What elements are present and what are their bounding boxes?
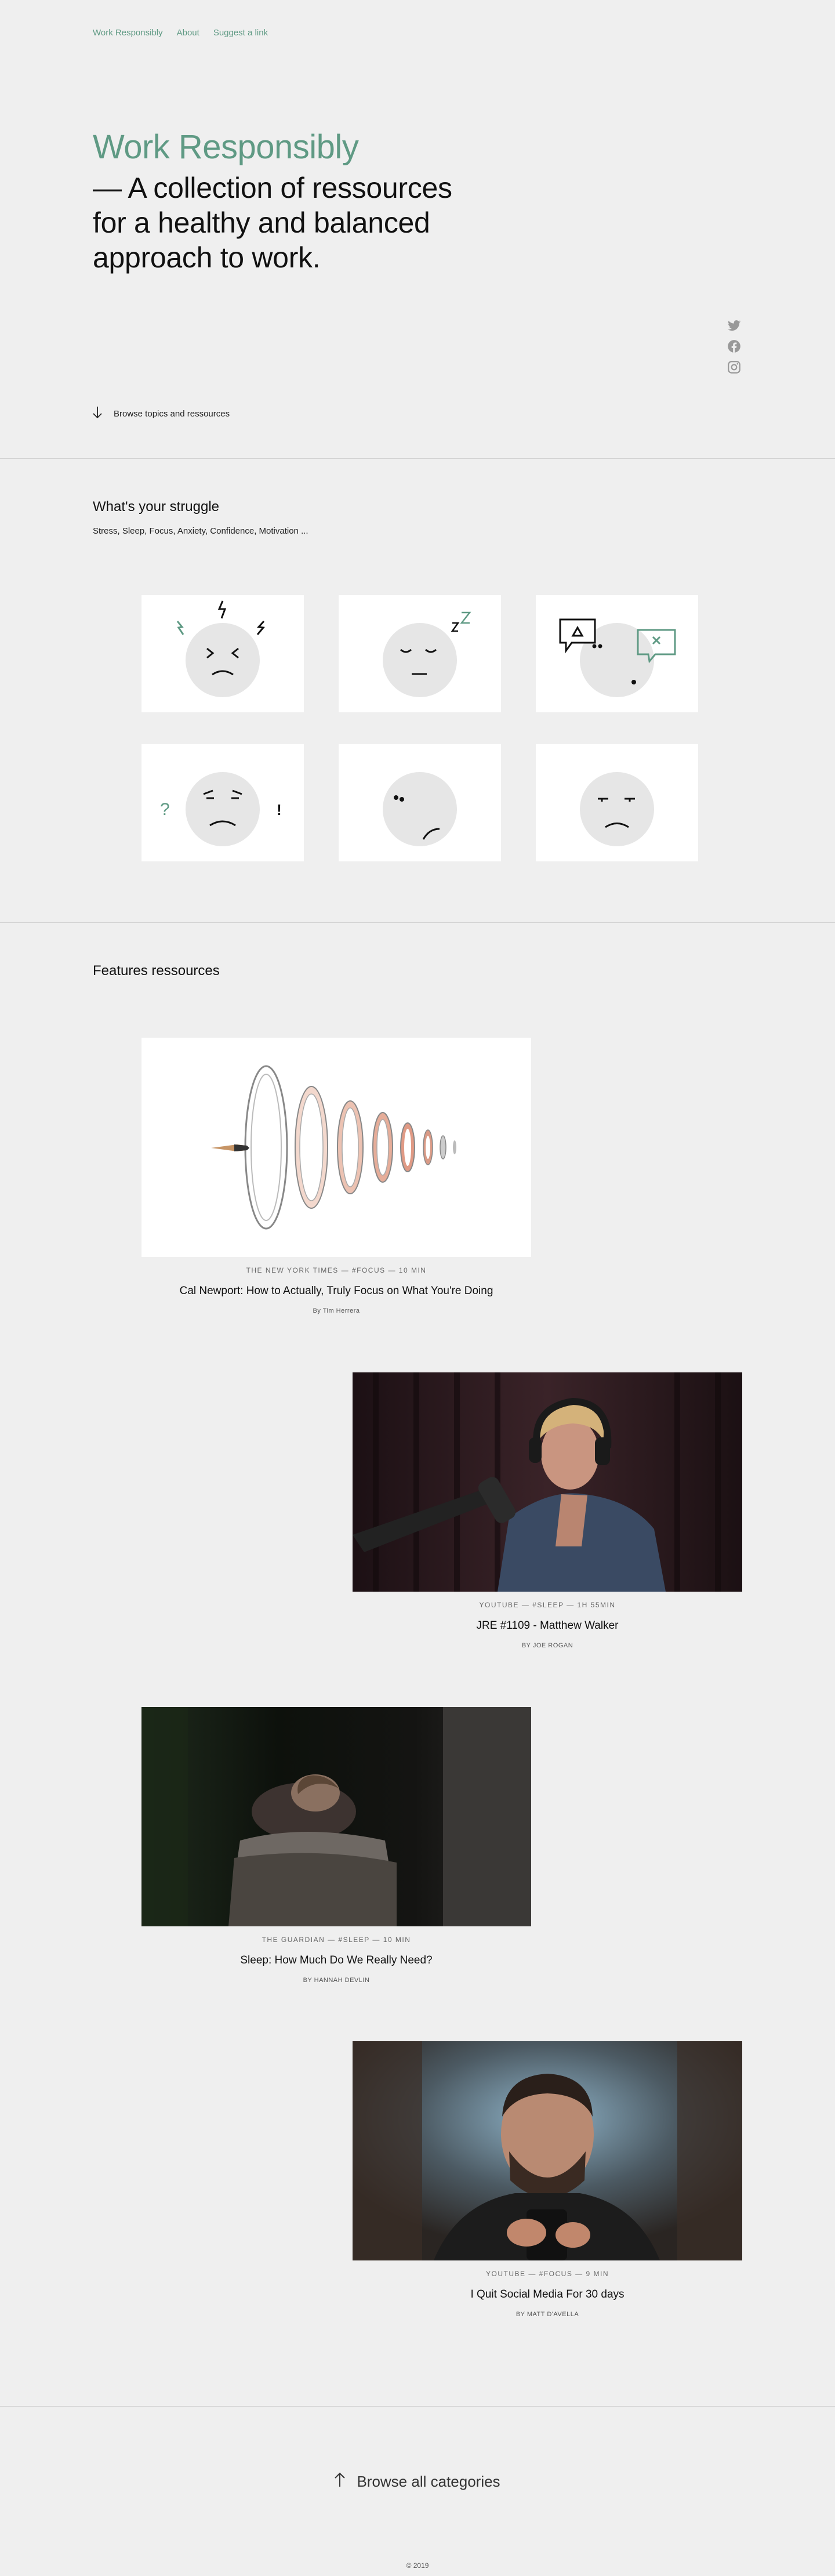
resource-meta: THE NEW YORK TIMES — #FOCUS — 10 MIN: [246, 1266, 427, 1274]
resource-author: BY HANNAH DEVLIN: [303, 1977, 370, 1984]
facebook-icon[interactable]: [726, 339, 742, 354]
struggle-card-anxiety[interactable]: ? !: [141, 744, 304, 861]
resource-author: By Tim Herrera: [313, 1307, 360, 1314]
social-links: [726, 318, 742, 375]
instagram-icon[interactable]: [726, 360, 742, 375]
footer-copyright: © 2019: [406, 2561, 429, 2570]
hero-title: Work Responsibly: [93, 128, 359, 166]
resource-image-focus[interactable]: [141, 1038, 531, 1257]
divider: [0, 2406, 835, 2407]
resource-author: BY JOE ROGAN: [521, 1642, 573, 1649]
twitter-icon[interactable]: [726, 318, 742, 333]
hero-subtitle: — A collection of ressources for a healt…: [93, 172, 452, 274]
top-nav: Work Responsibly About Suggest a link: [93, 28, 268, 38]
struggle-description: Stress, Sleep, Focus, Anxiety, Confidenc…: [93, 526, 308, 536]
resource-image-podcast[interactable]: [353, 1372, 742, 1592]
struggle-card-confidence[interactable]: [339, 744, 501, 861]
browse-topics-label: Browse topics and ressources: [114, 408, 230, 419]
nav-link-about[interactable]: About: [177, 28, 199, 38]
features-title: Features ressources: [93, 963, 220, 979]
struggle-card-motivation[interactable]: [536, 744, 698, 861]
arrow-down-icon: [93, 406, 102, 421]
resource-image-social-media[interactable]: [353, 2041, 742, 2260]
resource-meta: YOUTUBE — #FOCUS — 9 MIN: [485, 2270, 609, 2278]
resource-title[interactable]: Cal Newport: How to Actually, Truly Focu…: [141, 1285, 531, 1298]
svg-text:!: !: [277, 801, 282, 818]
resource-meta: YOUTUBE — #SLEEP — 1H 55MIN: [479, 1601, 616, 1609]
struggle-card-stress[interactable]: [141, 595, 304, 712]
struggle-card-focus[interactable]: [536, 595, 698, 712]
divider: [0, 922, 835, 923]
resource-image-sleep[interactable]: [141, 1707, 531, 1926]
resource-title[interactable]: Sleep: How Much Do We Really Need?: [141, 1954, 531, 1967]
nav-link-suggest[interactable]: Suggest a link: [213, 28, 268, 38]
resource-title[interactable]: JRE #1109 - Matthew Walker: [353, 1619, 742, 1632]
browse-all-label: Browse all categories: [357, 2473, 500, 2490]
struggle-title: What's your struggle: [93, 499, 220, 515]
browse-topics-link[interactable]: Browse topics and ressources: [93, 406, 230, 421]
resource-author: BY MATT D'AVELLA: [515, 2311, 579, 2318]
nav-link-home[interactable]: Work Responsibly: [93, 28, 163, 38]
svg-text:?: ?: [160, 800, 170, 819]
resource-title[interactable]: I Quit Social Media For 30 days: [353, 2288, 742, 2301]
arrow-up-icon: [335, 2472, 346, 2491]
divider: [0, 458, 835, 459]
browse-all-categories-link[interactable]: Browse all categories: [0, 2472, 835, 2491]
resource-meta: THE GUARDIAN — #SLEEP — 10 MIN: [262, 1936, 411, 1944]
struggle-card-sleep[interactable]: [339, 595, 501, 712]
